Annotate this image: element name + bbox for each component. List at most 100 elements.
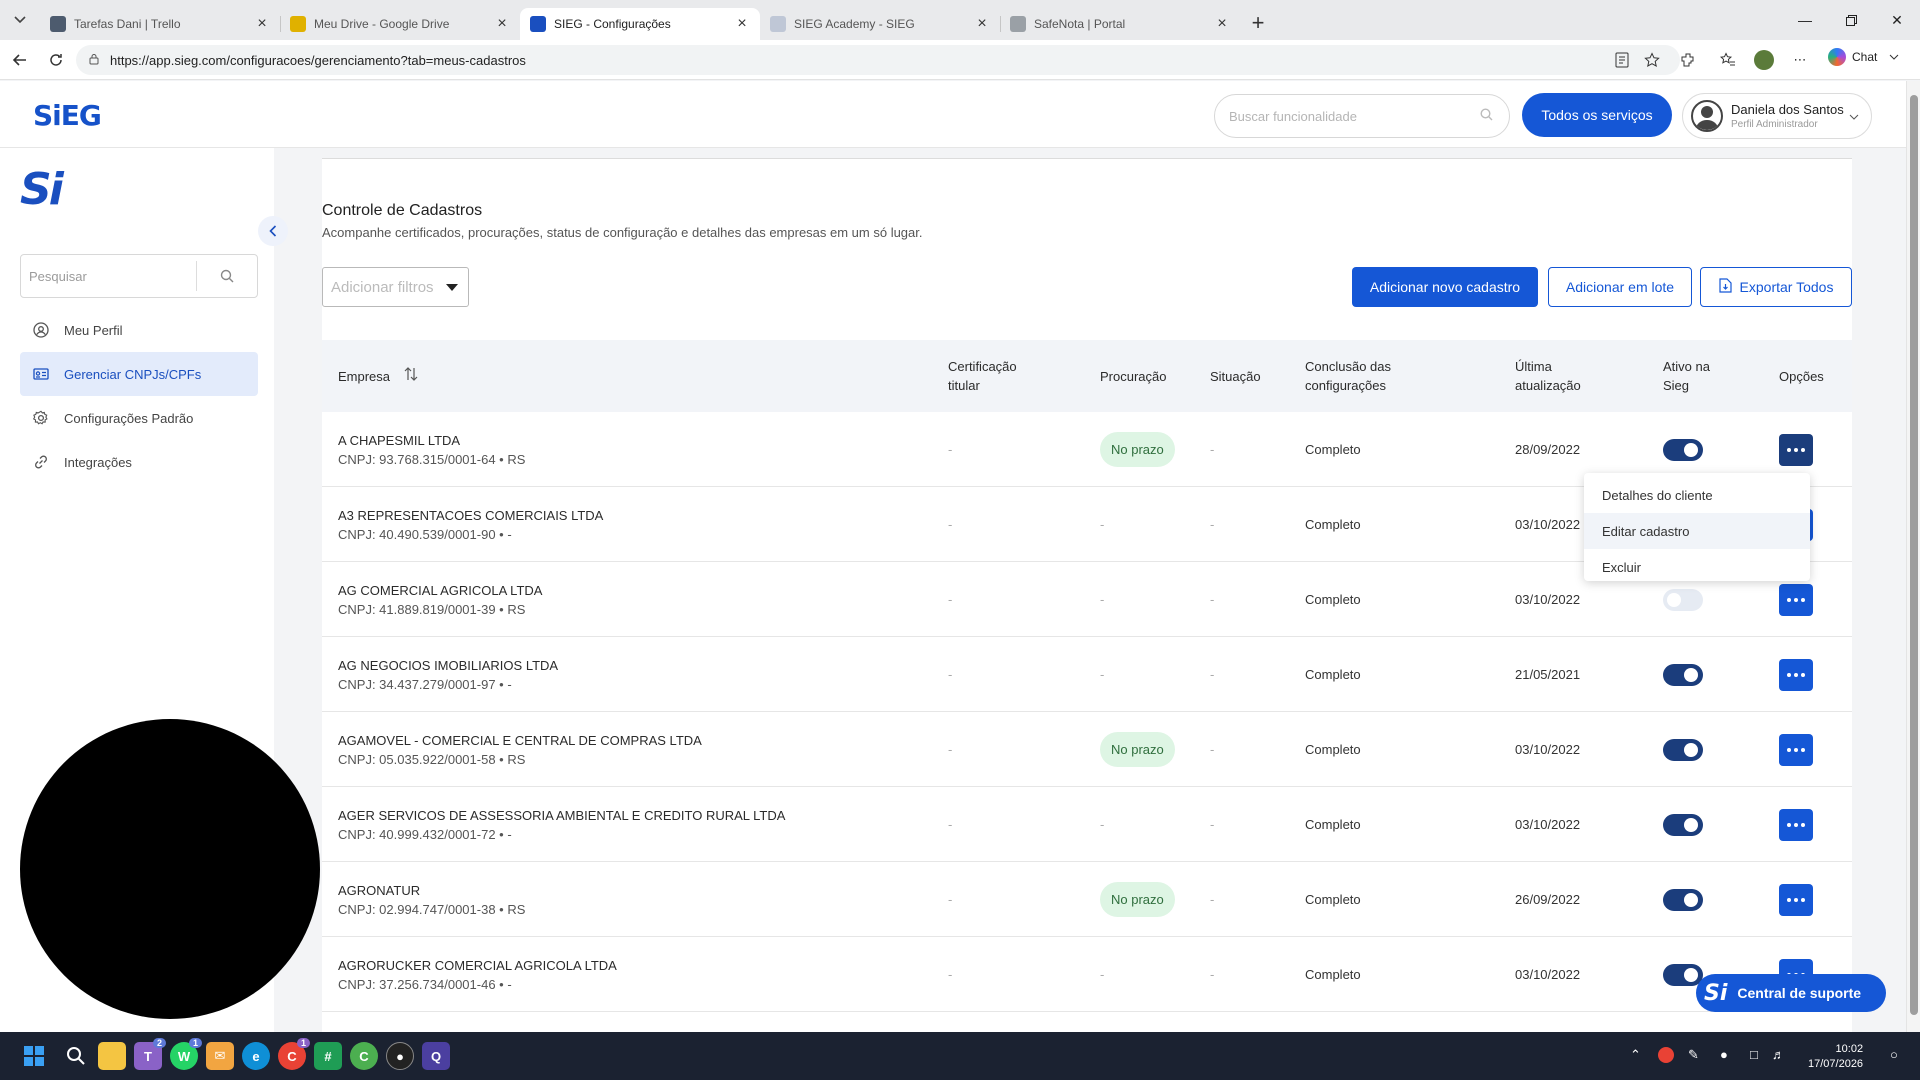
reload-button[interactable] (40, 44, 72, 76)
close-window-button[interactable]: ✕ (1874, 0, 1920, 40)
options-button[interactable] (1779, 733, 1813, 766)
browser-tab[interactable]: Meu Drive - Google Drive × (280, 8, 520, 40)
sidebar-item-meu-perfil[interactable]: Meu Perfil (20, 308, 258, 352)
volume-icon[interactable]: ♬ (1772, 1047, 1785, 1062)
browser-tab[interactable]: SIEG - Configurações × (520, 8, 760, 40)
support-center-button[interactable]: Si Central de suporte (1696, 974, 1886, 1012)
sort-icon[interactable] (404, 366, 418, 387)
active-toggle[interactable] (1663, 588, 1703, 611)
add-new-register-button[interactable]: Adicionar novo cadastro (1352, 267, 1538, 307)
chrome-icon[interactable]: C1 (278, 1038, 310, 1070)
favorite-star-icon[interactable] (1640, 48, 1664, 72)
options-button[interactable] (1779, 808, 1813, 841)
chrome-profile-icon[interactable]: C (350, 1042, 378, 1070)
extensions-icon[interactable] (1676, 48, 1700, 72)
sieg-logo[interactable]: SiEG (33, 99, 102, 132)
app-icon[interactable]: Q (422, 1042, 450, 1070)
sidebar-search-input[interactable]: Pesquisar (20, 254, 258, 298)
certificacao-value: - (948, 742, 953, 757)
company-cell: AGRONATUR CNPJ: 02.994.747/0001-38 • RS (338, 862, 525, 937)
tab-actions-menu-button[interactable] (0, 0, 40, 40)
export-all-button[interactable]: Exportar Todos (1700, 267, 1852, 307)
copilot-chat-button[interactable]: Chat (1828, 48, 1899, 66)
calculator-icon[interactable]: # (314, 1042, 342, 1070)
url-field[interactable]: https://app.sieg.com/configuracoes/geren… (76, 45, 1680, 75)
options-cell (1779, 637, 1813, 712)
browser-tab[interactable]: Tarefas Dani | Trello × (40, 8, 280, 40)
active-toggle[interactable] (1663, 438, 1703, 461)
browser-tab[interactable]: SafeNota | Portal × (1000, 8, 1240, 40)
table-header: Empresa Certificação titular Procuração S… (322, 340, 1852, 412)
microphone-icon[interactable]: ● (1720, 1047, 1728, 1062)
collapse-sidebar-button[interactable] (258, 216, 288, 246)
restore-button[interactable] (1828, 0, 1874, 40)
menu-item-detalhes[interactable]: Detalhes do cliente (1584, 477, 1810, 513)
table-row[interactable]: AGRONATUR CNPJ: 02.994.747/0001-38 • RS … (322, 862, 1852, 937)
options-button[interactable] (1779, 583, 1813, 616)
menu-item-editar[interactable]: Editar cadastro (1584, 513, 1810, 549)
active-toggle[interactable] (1663, 738, 1703, 761)
minimize-button[interactable]: — (1782, 0, 1828, 40)
tab-title: Tarefas Dani | Trello (74, 17, 181, 31)
sidebar-item-integracoes[interactable]: Integrações (20, 440, 258, 484)
close-icon[interactable]: × (732, 14, 752, 34)
table-row[interactable]: AG NEGOCIOS IMOBILIARIOS LTDA CNPJ: 34.4… (322, 637, 1852, 712)
file-explorer-icon[interactable] (98, 1042, 126, 1070)
chevron-up-icon[interactable]: ⌃ (1630, 1047, 1641, 1063)
new-tab-button[interactable]: + (1240, 7, 1276, 39)
lock-app-icon[interactable]: ● (386, 1042, 414, 1070)
options-button[interactable] (1779, 883, 1813, 916)
search-icon[interactable] (62, 1042, 90, 1070)
column-header-empresa[interactable]: Empresa (338, 340, 418, 412)
conclusao-value: Completo (1305, 442, 1361, 457)
edge-icon[interactable]: e (242, 1042, 270, 1070)
close-icon[interactable]: × (1212, 14, 1232, 34)
browser-tab[interactable]: SIEG Academy - SIEG × (760, 8, 1000, 40)
browser-address-bar: https://app.sieg.com/configuracoes/geren… (0, 40, 1920, 80)
whatsapp-icon[interactable]: W1 (170, 1038, 202, 1070)
add-filters-select[interactable]: Adicionar filtros (322, 267, 469, 307)
sidebar-item-configuracoes-padrao[interactable]: Configurações Padrão (20, 396, 258, 440)
favorites-icon[interactable] (1716, 48, 1740, 72)
company-cell: AG NEGOCIOS IMOBILIARIOS LTDA CNPJ: 34.4… (338, 637, 558, 712)
mail-icon[interactable]: ✉ (206, 1042, 234, 1070)
reader-mode-icon[interactable] (1610, 48, 1634, 72)
more-options-icon[interactable]: ⋯ (1788, 48, 1812, 72)
options-button[interactable] (1779, 658, 1813, 691)
procuracao-cell: No prazo (1100, 862, 1175, 937)
all-services-button[interactable]: Todos os serviços (1522, 93, 1672, 137)
support-logo: Si (1704, 980, 1728, 1006)
active-toggle[interactable] (1663, 888, 1703, 911)
menu-item-excluir[interactable]: Excluir (1584, 549, 1810, 585)
profile-avatar-icon[interactable] (1752, 48, 1776, 72)
last-update-value: 21/05/2021 (1515, 667, 1581, 682)
back-button[interactable] (4, 44, 36, 76)
page-scrollbar[interactable] (1906, 81, 1920, 1032)
chrome-tray-icon[interactable] (1658, 1047, 1674, 1063)
pen-icon[interactable]: ✎ (1688, 1047, 1699, 1063)
notification-icon[interactable]: ○ (1890, 1047, 1898, 1062)
conclusao-value: Completo (1305, 967, 1361, 982)
network-icon[interactable]: □ (1750, 1047, 1758, 1062)
close-icon[interactable]: × (972, 14, 992, 34)
close-icon[interactable]: × (252, 14, 272, 34)
teams-icon[interactable]: T2 (134, 1038, 166, 1070)
feature-search-input[interactable]: Buscar funcionalidade (1214, 94, 1510, 138)
add-batch-button[interactable]: Adicionar em lote (1548, 267, 1692, 307)
table-row[interactable]: AGER SERVICOS DE ASSESSORIA AMBIENTAL E … (322, 787, 1852, 862)
active-toggle[interactable] (1663, 663, 1703, 686)
search-icon[interactable] (197, 269, 257, 283)
active-toggle[interactable] (1663, 813, 1703, 836)
column-header-certificacao: Certificação titular (948, 359, 1017, 393)
sidebar-item-gerenciar-cnpjs[interactable]: Gerenciar CNPJs/CPFs (20, 352, 258, 396)
table-row[interactable]: AGAMOVEL - COMERCIAL E CENTRAL DE COMPRA… (322, 712, 1852, 787)
windows-start-icon[interactable] (20, 1042, 48, 1070)
close-icon[interactable]: × (492, 14, 512, 34)
scrollbar-thumb[interactable] (1910, 95, 1918, 1015)
user-menu[interactable]: Daniela dos Santos Perfil Administrador (1682, 93, 1872, 139)
table-row[interactable]: AGRORUCKER COMERCIAL AGRICOLA LTDA CNPJ:… (322, 937, 1852, 1012)
company-name: AG NEGOCIOS IMOBILIARIOS LTDA (338, 657, 559, 673)
clock[interactable]: 10:02 17/07/2026 (1808, 1042, 1863, 1072)
active-toggle[interactable] (1663, 963, 1703, 986)
options-button[interactable] (1779, 433, 1813, 466)
